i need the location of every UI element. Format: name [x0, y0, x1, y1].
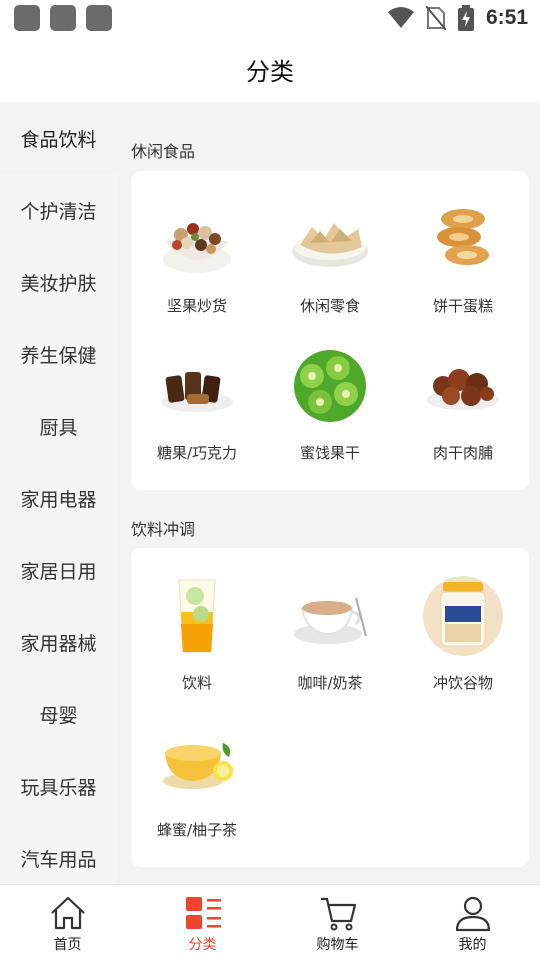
category-item-jerky[interactable]: 肉干肉脯	[397, 318, 529, 463]
nav-cart[interactable]: 购物车	[270, 885, 405, 960]
category-icon	[185, 897, 221, 929]
bottom-navigation: 首页 分类 购物车 我的	[0, 884, 540, 960]
section-title: 饮料冲调	[131, 520, 196, 539]
nav-label: 购物车	[316, 937, 359, 953]
section-title: 休闲食品	[131, 142, 196, 161]
category-item-coffee[interactable]: 咖啡/奶茶	[264, 548, 396, 693]
category-item-label: 蜂蜜/柚子茶	[156, 821, 238, 839]
app-notification-icon	[14, 5, 40, 31]
category-item-label: 饮料	[181, 674, 212, 692]
category-item-label: 饼干蛋糕	[432, 297, 493, 315]
app-notification-icon	[50, 5, 76, 31]
category-item-nuts[interactable]: 坚果炒货	[131, 171, 263, 316]
category-item-label: 糖果/巧克力	[156, 444, 238, 462]
sidebar-item-label: 家用电器	[20, 488, 97, 511]
sidebar-item-appliances[interactable]: 家用电器	[0, 462, 117, 534]
sidebar-item-food-drinks[interactable]: 食品饮料	[0, 102, 117, 174]
nav-label: 分类	[188, 937, 217, 953]
sidebar-item-personal-care[interactable]: 个护清洁	[0, 174, 117, 246]
sidebar-item-label: 玩具乐器	[20, 776, 97, 799]
sidebar-item-baby[interactable]: 母婴	[0, 678, 117, 750]
category-item-label: 坚果炒货	[166, 297, 227, 315]
biscuits-icon	[437, 209, 489, 265]
nav-label: 首页	[53, 937, 82, 953]
nav-label: 我的	[458, 937, 487, 953]
jerky-icon	[427, 369, 499, 410]
category-sidebar: 食品饮料 个护清洁 美妆护肤 养生保健 厨具 家用电器 家居日用 家用器械 母婴…	[0, 102, 117, 884]
home-icon	[50, 896, 85, 930]
app-notification-icon	[86, 5, 112, 31]
category-item-label: 咖啡/奶茶	[297, 674, 363, 692]
category-item-label: 肉干肉脯	[432, 444, 493, 462]
sidebar-item-label: 母婴	[39, 704, 78, 727]
page-title: 分类	[246, 57, 294, 86]
sidebar-item-kitchenware[interactable]: 厨具	[0, 390, 117, 462]
category-item-label: 蜜饯果干	[299, 444, 360, 462]
nav-home[interactable]: 首页	[0, 885, 135, 960]
cereal-jar-icon	[423, 576, 503, 656]
category-card: 坚果炒货 休闲零食 饼干蛋糕 糖果/巧克力 蜜饯果干 肉干肉脯	[131, 171, 529, 490]
category-item-cereal[interactable]: 冲饮谷物	[397, 548, 529, 693]
user-icon	[455, 896, 490, 932]
category-item-biscuits[interactable]: 饼干蛋糕	[397, 171, 529, 316]
sidebar-item-label: 家用器械	[20, 632, 97, 655]
category-content: 休闲食品 坚果炒货 休闲零食 饼干蛋糕 糖果/巧克力 蜜饯果干 肉干肉脯 饮料冲…	[117, 102, 540, 884]
sidebar-item-home-daily[interactable]: 家居日用	[0, 534, 117, 606]
sidebar-item-label: 养生保健	[20, 344, 97, 367]
cart-icon	[320, 897, 356, 931]
status-bar: 6:51	[0, 0, 540, 36]
category-item-snacks[interactable]: 休闲零食	[264, 171, 396, 316]
sidebar-item-health[interactable]: 养生保健	[0, 318, 117, 390]
category-item-dried-fruit[interactable]: 蜜饯果干	[264, 318, 396, 463]
category-card: 饮料 咖啡/奶茶 冲饮谷物 蜂蜜/柚子茶	[131, 548, 529, 867]
sidebar-item-label: 家居日用	[20, 560, 97, 583]
nav-profile[interactable]: 我的	[405, 885, 540, 960]
sidebar-item-label: 食品饮料	[20, 128, 97, 151]
sidebar-item-beauty[interactable]: 美妆护肤	[0, 246, 117, 318]
sidebar-item-toys[interactable]: 玩具乐器	[0, 750, 117, 822]
nuts-icon	[163, 223, 231, 273]
sidebar-item-label: 美妆护肤	[20, 272, 97, 295]
chocolate-icon	[161, 372, 233, 412]
sidebar-item-auto[interactable]: 汽车用品	[0, 822, 117, 884]
no-sim-icon	[425, 6, 446, 30]
snacks-icon	[292, 223, 368, 267]
category-item-drinks[interactable]: 饮料	[131, 548, 263, 693]
category-item-label: 休闲零食	[299, 297, 360, 315]
sidebar-item-label: 汽车用品	[20, 848, 97, 871]
coffee-icon	[294, 597, 367, 644]
battery-charging-icon	[457, 5, 474, 31]
sidebar-item-label: 厨具	[39, 416, 78, 439]
drink-icon	[178, 579, 216, 653]
honey-citron-icon	[163, 743, 233, 789]
status-time: 6:51	[485, 6, 528, 29]
wifi-icon	[387, 7, 414, 28]
sidebar-item-home-devices[interactable]: 家用器械	[0, 606, 117, 678]
category-item-honey-tea[interactable]: 蜂蜜/柚子茶	[131, 695, 263, 840]
category-item-chocolate[interactable]: 糖果/巧克力	[131, 318, 263, 463]
page-header: 分类	[0, 36, 540, 102]
dried-kiwi-icon	[294, 350, 366, 422]
nav-category[interactable]: 分类	[135, 885, 270, 960]
sidebar-item-label: 个护清洁	[20, 200, 97, 223]
category-item-label: 冲饮谷物	[432, 674, 493, 692]
